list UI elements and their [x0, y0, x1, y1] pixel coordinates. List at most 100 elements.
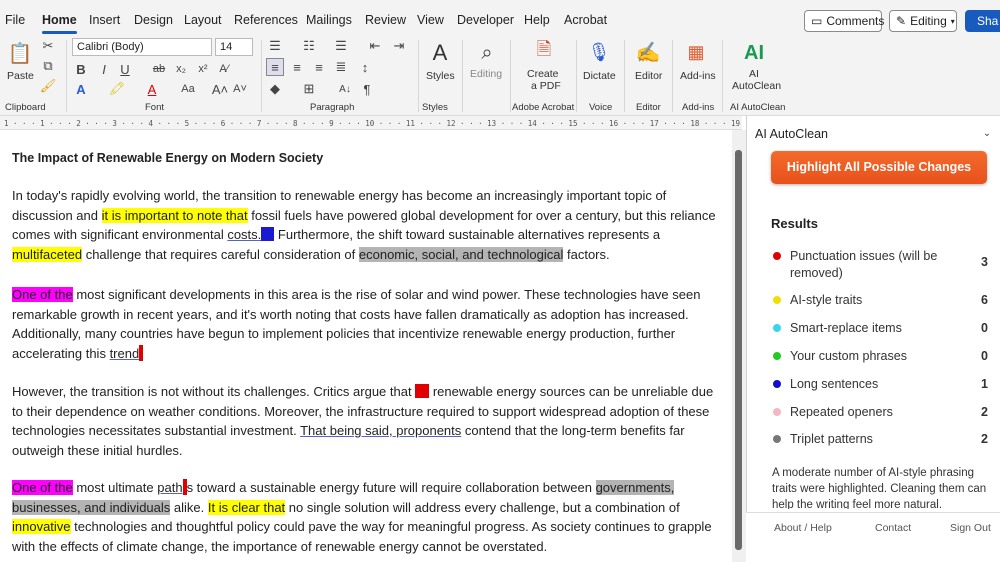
long-sentences-dot-icon — [773, 380, 781, 388]
microphone-icon[interactable]: 🎙 — [588, 38, 611, 66]
underlined-text[interactable]: costs. — [227, 227, 261, 242]
text-effects-icon[interactable]: A⁄ — [215, 60, 233, 78]
highlight-repeated-opener[interactable]: One of the — [12, 287, 73, 302]
text-effects-a-icon[interactable]: A — [72, 80, 90, 98]
show-formatting-icon[interactable]: ¶ — [358, 80, 376, 98]
menu-help[interactable]: Help — [524, 13, 550, 27]
italic-icon[interactable]: I — [95, 60, 113, 78]
menu-references[interactable]: References — [234, 13, 298, 27]
menu-view[interactable]: View — [417, 13, 444, 27]
paragraph-3[interactable]: However, the transition is not without i… — [12, 382, 727, 460]
highlight-repeated-opener[interactable]: One of the — [12, 480, 73, 495]
styles-icon[interactable]: A — [426, 38, 454, 68]
share-button[interactable]: Sha — [965, 10, 1000, 32]
editor-icon[interactable]: ✍ — [636, 38, 661, 66]
about-help-link[interactable]: About / Help — [774, 522, 832, 534]
highlight-all-button[interactable]: Highlight All Possible Changes — [771, 151, 987, 184]
superscript-icon[interactable]: x² — [194, 60, 212, 78]
dictate-label[interactable]: Dictate — [583, 70, 616, 82]
ai-label-line2[interactable]: AutoClean — [732, 80, 781, 92]
justify-icon[interactable]: ≣ — [332, 58, 350, 76]
paragraph-group-label: Paragraph — [310, 102, 355, 113]
paste-icon[interactable]: 📋 — [8, 40, 33, 66]
highlight-ai-trait[interactable]: innovative — [12, 519, 71, 534]
menu-design[interactable]: Design — [134, 13, 173, 27]
underlined-text[interactable]: trend — [110, 346, 140, 361]
multilevel-list-icon[interactable]: ☰ — [332, 38, 350, 54]
underlined-text[interactable]: path — [157, 480, 182, 495]
increase-indent-icon[interactable]: ⇥ — [390, 38, 408, 54]
highlighter-icon[interactable]: 🖍 — [108, 80, 126, 98]
underline-icon[interactable]: U — [116, 60, 134, 78]
ai-style-dot-icon — [773, 296, 781, 304]
font-color-icon[interactable]: A — [143, 80, 161, 98]
document-title[interactable]: The Impact of Renewable Energy on Modern… — [12, 151, 323, 165]
shrink-font-icon[interactable]: A˅ — [232, 80, 248, 98]
copy-icon[interactable]: ⧉ — [40, 58, 56, 74]
bold-icon[interactable]: B — [72, 60, 90, 78]
align-center-icon[interactable]: ≡ — [288, 58, 306, 76]
scrollbar-thumb[interactable] — [735, 150, 742, 550]
numbering-icon[interactable]: ☷ — [300, 38, 318, 54]
create-pdf-line1[interactable]: Create — [527, 68, 559, 80]
text-run: Furthermore, the shift toward sustainabl… — [274, 227, 661, 242]
strikethrough-icon[interactable]: ab — [150, 60, 168, 78]
styles-label[interactable]: Styles — [426, 70, 455, 82]
addins-group-label: Add-ins — [682, 102, 715, 113]
sign-out-link[interactable]: Sign Out — [950, 522, 991, 534]
menu-file[interactable]: File — [5, 13, 25, 27]
comment-icon: ▭ — [811, 14, 823, 28]
format-painter-icon[interactable]: 🖌 — [40, 78, 57, 94]
highlight-punctuation[interactable] — [139, 344, 144, 361]
cut-icon[interactable]: ✂ — [40, 38, 56, 54]
menu-home[interactable]: Home — [42, 13, 77, 34]
addins-label[interactable]: Add-ins — [680, 70, 716, 82]
font-name-select[interactable]: Calibri (Body) — [72, 38, 212, 56]
highlight-triplet[interactable]: economic, social, and technological — [358, 246, 564, 262]
create-pdf-line2[interactable]: a PDF — [531, 80, 561, 92]
line-spacing-icon[interactable]: ↕ — [356, 58, 374, 76]
bullets-icon[interactable]: ☰ — [266, 38, 284, 54]
highlight-ai-trait[interactable]: it is important to note that — [101, 207, 248, 223]
highlight-long-sentence[interactable] — [261, 227, 275, 241]
editor-label[interactable]: Editor — [635, 70, 662, 82]
separator — [510, 40, 511, 112]
align-left-icon[interactable]: ≡ — [266, 58, 284, 76]
paragraph-2[interactable]: One of the most significant developments… — [12, 285, 727, 363]
ai-autoclean-icon[interactable]: AI — [740, 40, 768, 66]
grow-font-icon[interactable]: A˄ — [212, 80, 228, 98]
menu-review[interactable]: Review — [365, 13, 406, 27]
menu-insert[interactable]: Insert — [89, 13, 120, 27]
pdf-icon[interactable]: 🗎 — [532, 38, 556, 66]
font-size-select[interactable]: 14 — [215, 38, 253, 56]
ai-label-line1[interactable]: AI — [749, 68, 759, 80]
align-right-icon[interactable]: ≡ — [310, 58, 328, 76]
decrease-indent-icon[interactable]: ⇤ — [366, 38, 384, 54]
separator — [66, 40, 67, 112]
paragraph-4[interactable]: One of the most ultimate path s toward a … — [12, 478, 727, 556]
contact-link[interactable]: Contact — [875, 522, 911, 534]
comments-button[interactable]: ▭ Comments — [804, 10, 884, 32]
menu-mailings[interactable]: Mailings — [306, 13, 352, 27]
clipboard-group-label: Clipboard — [5, 102, 46, 113]
menu-acrobat[interactable]: Acrobat — [564, 13, 607, 27]
underlined-text[interactable]: That being said, proponents — [300, 423, 461, 438]
menu-layout[interactable]: Layout — [184, 13, 222, 27]
sort-icon[interactable]: A↓ — [336, 80, 354, 98]
paragraph-1[interactable]: In today's rapidly evolving world, the t… — [12, 186, 727, 264]
ruler[interactable]: 1 · · · 1 · · · 2 · · · 3 · · · 4 · · · … — [0, 116, 742, 130]
subscript-icon[interactable]: x₂ — [172, 60, 190, 78]
chevron-down-icon[interactable]: ⌄ — [980, 126, 994, 140]
addins-icon[interactable]: ▦ — [684, 40, 708, 64]
highlight-ai-trait[interactable]: multifaceted — [12, 246, 83, 262]
editing-label[interactable]: Editing — [470, 68, 502, 80]
shading-icon[interactable]: ◆ — [266, 80, 284, 98]
menu-developer[interactable]: Developer — [457, 13, 514, 27]
highlight-punctuation[interactable] — [415, 384, 430, 398]
highlight-ai-trait[interactable]: It is clear that — [207, 499, 286, 515]
borders-icon[interactable]: ⊞ — [300, 80, 318, 98]
text-run: no single solution will address every ch… — [285, 499, 680, 515]
editing-mode-button[interactable]: ✎ Editing ▾ — [889, 10, 957, 32]
change-case-icon[interactable]: Aa — [176, 80, 200, 98]
search-icon[interactable]: ⌕ — [474, 38, 500, 68]
